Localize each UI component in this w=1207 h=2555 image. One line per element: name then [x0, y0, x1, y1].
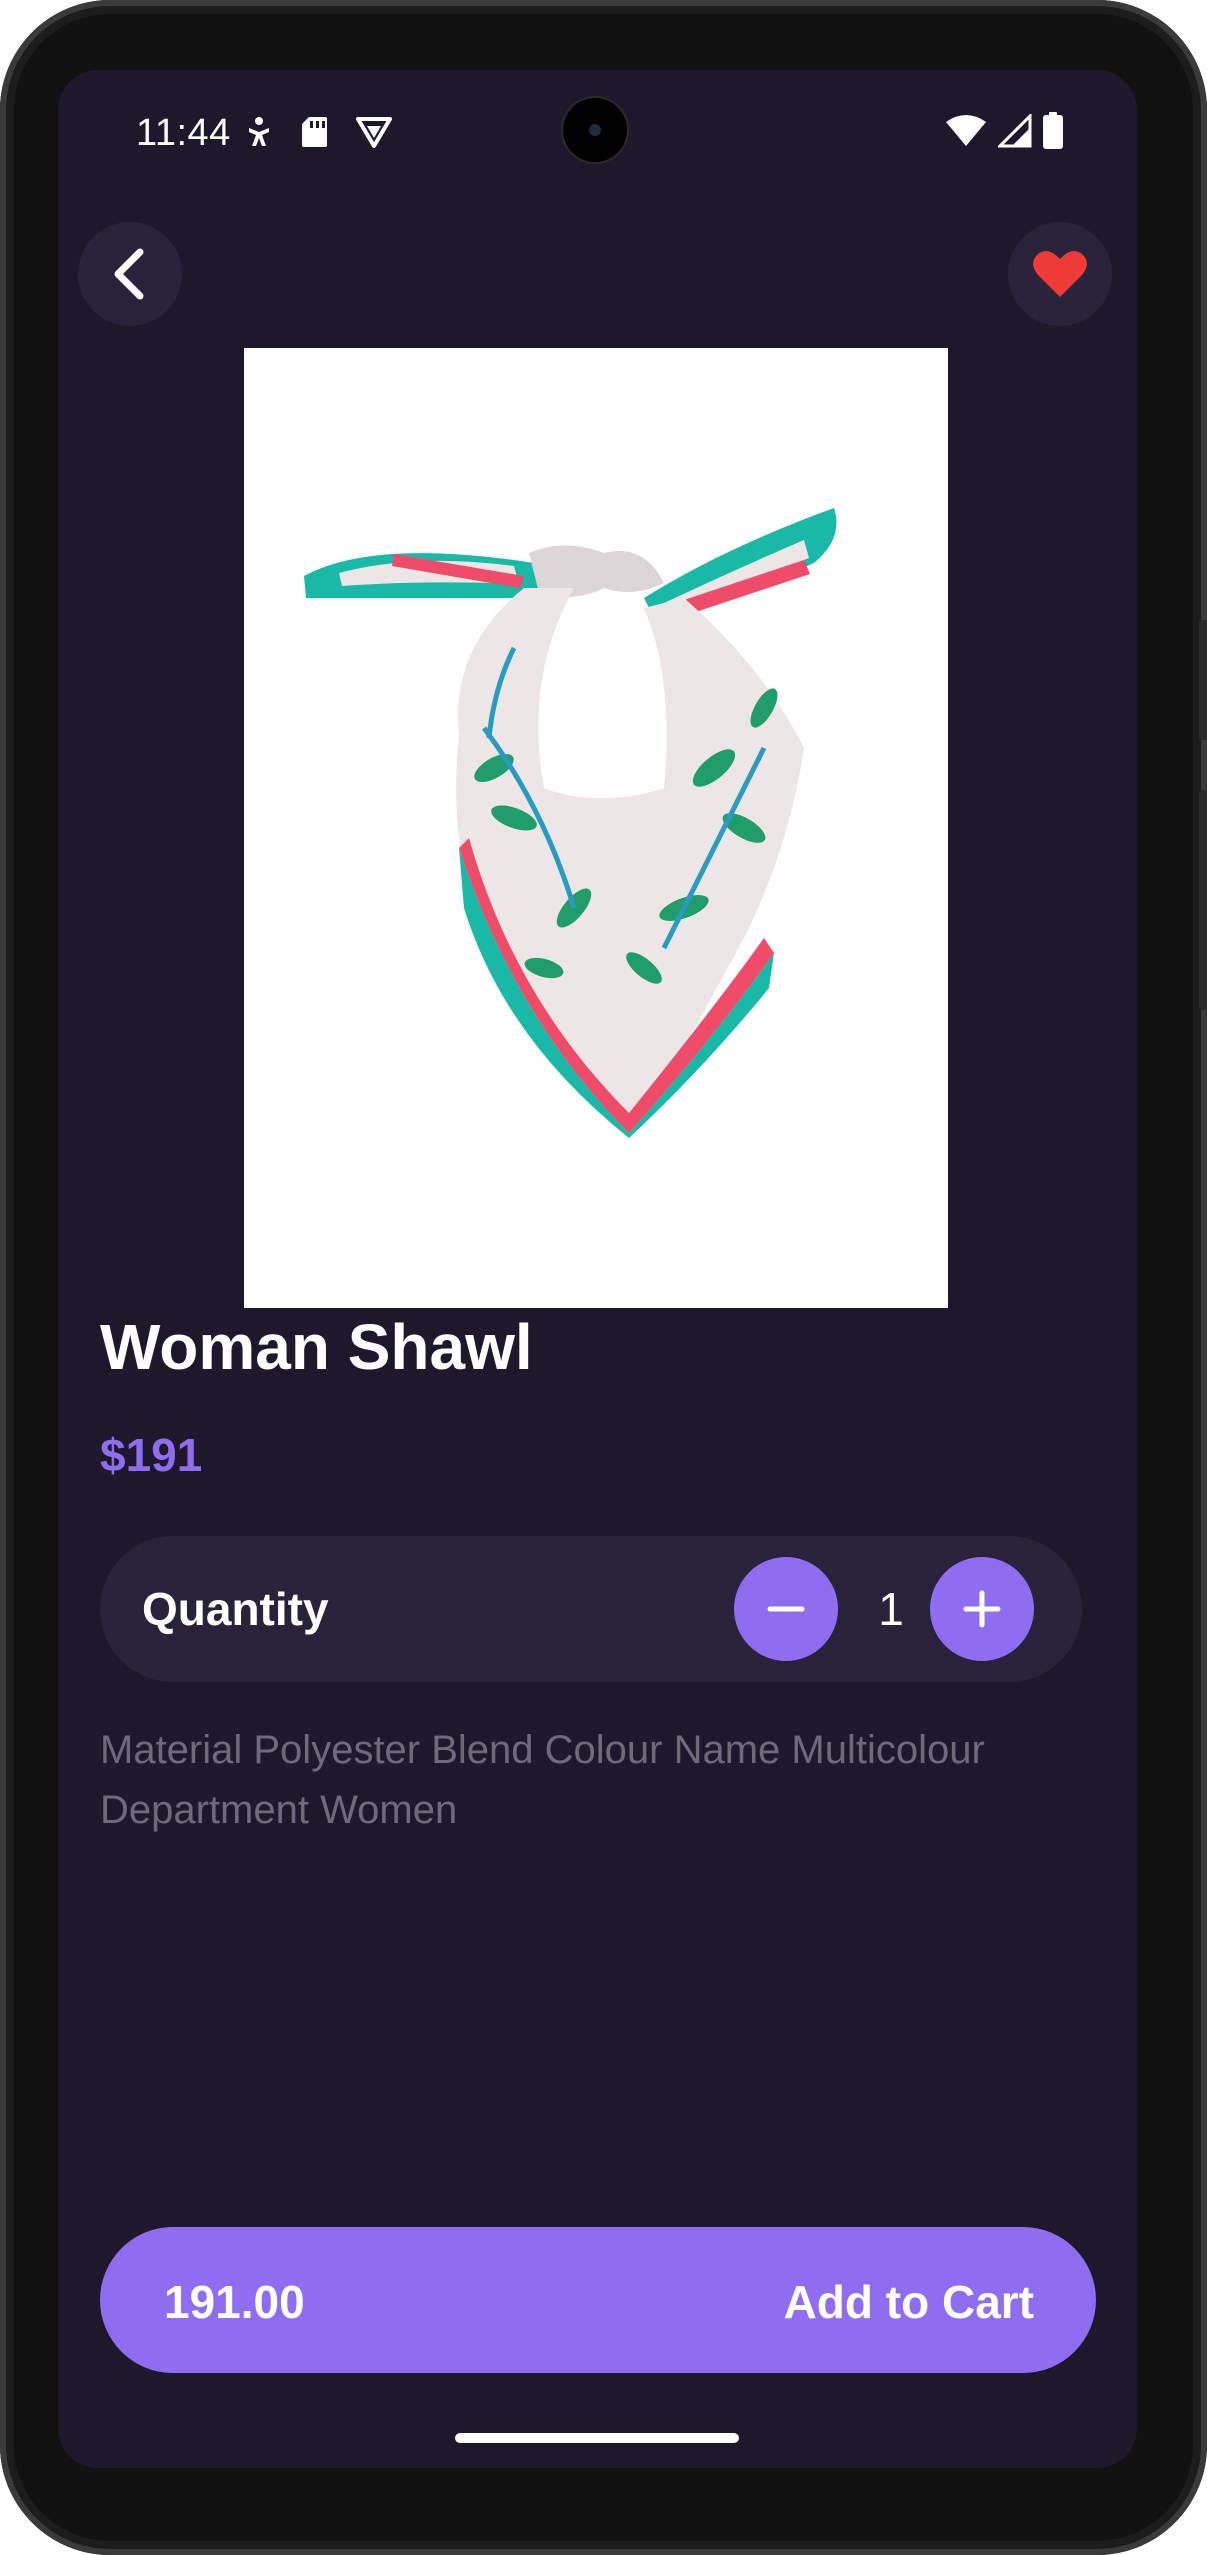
phone-frame: 11:44 Woman Shawl $191 Quantity 1 Materi… — [0, 0, 1207, 2555]
back-button[interactable] — [78, 222, 182, 326]
sd-card-icon — [301, 116, 327, 153]
minus-icon — [767, 1606, 805, 1612]
front-camera — [563, 98, 627, 162]
quantity-selector: Quantity 1 — [100, 1536, 1082, 1682]
decrease-quantity-button[interactable] — [734, 1557, 838, 1661]
cart-total: 191.00 — [164, 2276, 305, 2328]
add-to-cart-label: Add to Cart — [783, 2276, 1034, 2328]
quantity-value: 1 — [878, 1583, 904, 1635]
product-price: $191 — [100, 1429, 203, 1481]
battery-icon — [1042, 112, 1064, 155]
shawl-image — [304, 508, 837, 1138]
heart-icon — [1033, 250, 1087, 297]
quantity-label: Quantity — [142, 1583, 329, 1635]
status-time: 11:44 — [136, 112, 231, 154]
add-to-cart-button[interactable]: 191.00 Add to Cart — [100, 2227, 1096, 2373]
volume-button — [1199, 790, 1207, 1010]
accessibility-icon — [246, 116, 272, 153]
signal-icon — [996, 112, 1032, 153]
power-button — [1199, 620, 1207, 740]
product-description: Material Polyester Blend Colour Name Mul… — [100, 1728, 985, 1832]
status-bar: 11:44 — [58, 70, 1137, 200]
product-image — [244, 348, 948, 1308]
product-title: Woman Shawl — [100, 1311, 533, 1383]
chevron-left-icon — [114, 248, 144, 300]
increase-quantity-button[interactable] — [930, 1557, 1034, 1661]
wifi-icon — [946, 114, 986, 153]
home-indicator[interactable] — [455, 2433, 739, 2443]
vpn-shield-icon — [356, 116, 392, 153]
plus-icon — [963, 1590, 1001, 1628]
favorite-button[interactable] — [1008, 222, 1112, 326]
app-screen: 11:44 Woman Shawl $191 Quantity 1 Materi… — [58, 70, 1137, 2468]
